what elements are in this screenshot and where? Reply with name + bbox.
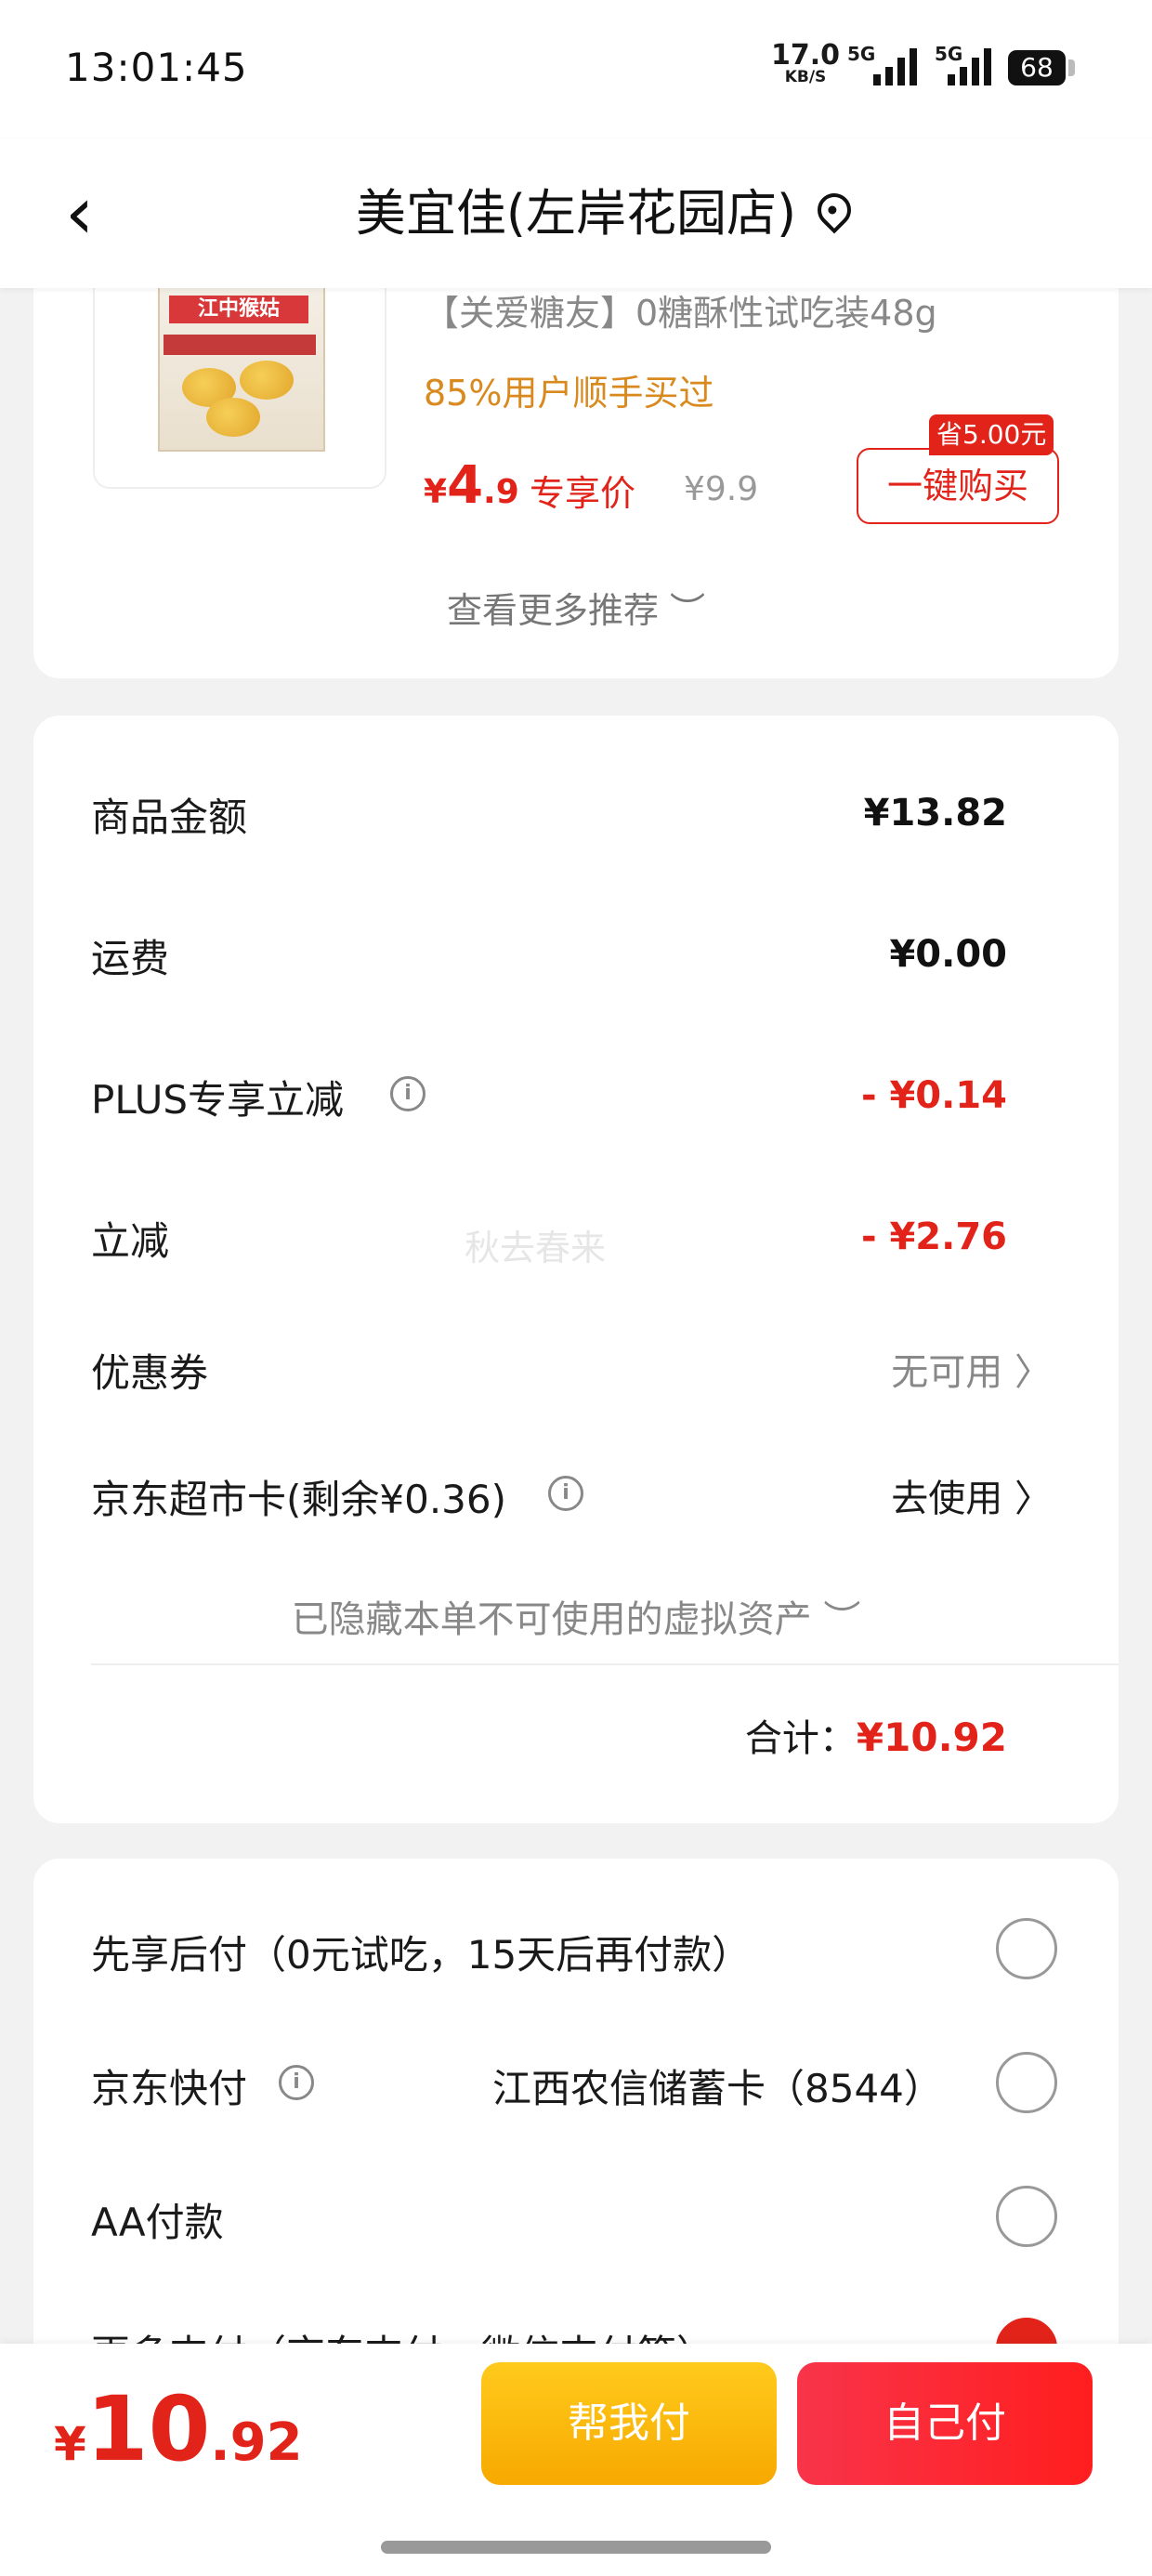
cookie-image bbox=[206, 398, 260, 437]
help-me-pay-button[interactable]: 帮我付 bbox=[481, 2362, 777, 2485]
coupon-link[interactable]: 无可用 〉 bbox=[891, 1342, 1052, 1396]
info-icon[interactable]: i bbox=[548, 1476, 583, 1511]
product-box-brand: 江中猴姑 bbox=[169, 296, 308, 323]
goods-amount-label: 商品金额 bbox=[91, 795, 248, 840]
instant-discount-value: - ¥2.76 bbox=[860, 1216, 1007, 1258]
price-symbol: ¥ bbox=[424, 473, 448, 511]
exclusive-price: ¥4.9 bbox=[424, 455, 519, 516]
divider bbox=[91, 1663, 1119, 1665]
payable-symbol: ¥ bbox=[54, 2417, 86, 2471]
price-integer: 4 bbox=[447, 455, 484, 516]
network-speed-value: 17.0 bbox=[771, 39, 841, 72]
goods-amount-value: ¥13.82 bbox=[863, 792, 1007, 835]
battery-icon: 68 bbox=[1008, 50, 1066, 85]
supermarket-card-label: 京东超市卡(剩余¥0.36) bbox=[91, 1477, 507, 1522]
shipping-value: ¥0.00 bbox=[889, 933, 1007, 976]
signal-bars-icon bbox=[948, 46, 991, 85]
cookie-image bbox=[240, 361, 294, 400]
shipping-label: 运费 bbox=[91, 936, 170, 981]
price-decimal: .9 bbox=[483, 473, 519, 511]
payable-integer: 10 bbox=[85, 2377, 211, 2481]
info-icon[interactable]: i bbox=[390, 1076, 425, 1111]
jd-quick-pay-option[interactable]: 京东快付 bbox=[91, 2057, 247, 2114]
instant-discount-label: 立减 bbox=[91, 1218, 170, 1264]
order-total: 合计：¥10.92 bbox=[745, 1708, 1007, 1762]
sim1-label: 5G bbox=[847, 43, 876, 65]
pay-myself-button[interactable]: 自己付 bbox=[797, 2362, 1093, 2485]
watermark: 秋去春来 bbox=[465, 1228, 607, 1268]
home-indicator[interactable] bbox=[381, 2541, 771, 2554]
original-price: ¥9.9 bbox=[684, 470, 759, 508]
exclusive-price-tag: 专享价 bbox=[530, 473, 636, 514]
aa-pay-option[interactable]: AA付款 bbox=[91, 2191, 224, 2248]
supermarket-card-use-link[interactable]: 去使用 〉 bbox=[891, 1468, 1052, 1522]
page-title[interactable]: 美宜佳(左岸花园店) bbox=[0, 172, 1152, 245]
more-recommend-link[interactable]: 查看更多推荐 ︶ bbox=[0, 582, 1152, 633]
aa-pay-radio[interactable] bbox=[996, 2186, 1057, 2247]
coupon-label: 优惠券 bbox=[91, 1350, 209, 1396]
pay-later-radio[interactable] bbox=[996, 1918, 1057, 1979]
total-value: ¥10.92 bbox=[856, 1715, 1007, 1760]
pay-later-option[interactable]: 先享后付（0元试吃，15天后再付款） bbox=[91, 1924, 751, 1980]
one-click-buy-button[interactable]: 一键购买 bbox=[857, 448, 1059, 524]
plus-discount-label: PLUS专享立减 bbox=[91, 1077, 345, 1123]
plus-discount-value: - ¥0.14 bbox=[860, 1074, 1007, 1117]
product-title[interactable]: 【关爱糖友】0糖酥性试吃装48g bbox=[424, 284, 937, 335]
bought-note: 85%用户顺手买过 bbox=[424, 373, 714, 414]
payable-decimal: .92 bbox=[210, 2412, 303, 2473]
product-box-stripe bbox=[164, 335, 316, 355]
network-speed: 17.0 KB/S bbox=[771, 42, 840, 86]
info-icon[interactable]: i bbox=[279, 2065, 314, 2100]
signal-bars-icon bbox=[873, 46, 917, 85]
jd-quick-pay-radio[interactable] bbox=[996, 2052, 1057, 2113]
hidden-assets-toggle[interactable]: 已隐藏本单不可使用的虚拟资产 ︶ bbox=[0, 1589, 1152, 1643]
save-badge: 省5.00元 bbox=[929, 414, 1054, 455]
battery-tip bbox=[1068, 59, 1075, 76]
status-time: 13:01:45 bbox=[65, 45, 248, 90]
total-label: 合计： bbox=[744, 1717, 857, 1760]
bank-card-detail[interactable]: 江西农信储蓄卡（8544） bbox=[492, 2057, 943, 2114]
payable-amount: ¥10.92 bbox=[54, 2377, 303, 2481]
